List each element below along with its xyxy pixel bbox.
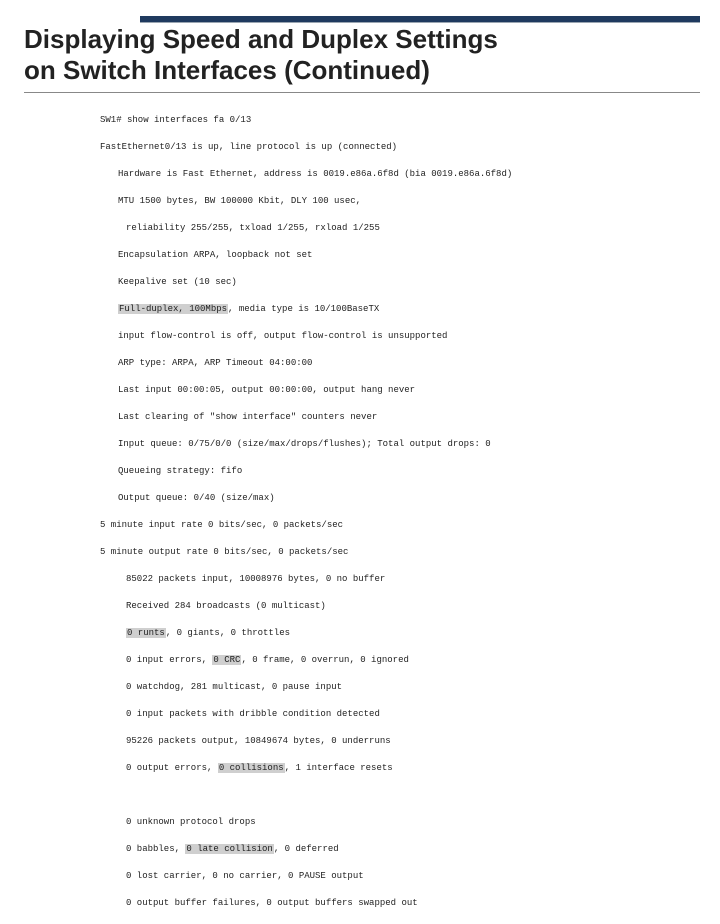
- cli-command: SW1# show interfaces fa 0/13: [100, 114, 512, 128]
- title-line-1: Displaying Speed and Duplex Settings: [24, 24, 498, 54]
- cli-text: 0 output errors,: [126, 763, 218, 773]
- cli-line: input flow-control is off, output flow-c…: [100, 330, 512, 344]
- highlight-collisions: 0 collisions: [218, 763, 285, 773]
- cli-output: SW1# show interfaces fa 0/13 FastEtherne…: [100, 100, 512, 924]
- cli-text: 0 input errors,: [126, 655, 212, 665]
- cli-line: Input queue: 0/75/0/0 (size/max/drops/fl…: [100, 438, 512, 452]
- cli-line: Output queue: 0/40 (size/max): [100, 492, 512, 506]
- cli-line: MTU 1500 bytes, BW 100000 Kbit, DLY 100 …: [100, 195, 512, 209]
- title-underline: [24, 92, 700, 93]
- cli-line: 5 minute input rate 0 bits/sec, 0 packet…: [100, 519, 512, 533]
- highlight-duplex-speed: Full-duplex, 100Mbps: [118, 304, 228, 314]
- header-accent-line: [140, 22, 700, 23]
- highlight-crc: 0 CRC: [212, 655, 241, 665]
- cli-line: Hardware is Fast Ethernet, address is 00…: [100, 168, 512, 182]
- cli-line: 0 input errors, 0 CRC, 0 frame, 0 overru…: [100, 654, 512, 668]
- cli-line: 0 runts, 0 giants, 0 throttles: [100, 627, 512, 641]
- cli-line: 0 babbles, 0 late collision, 0 deferred: [100, 843, 512, 857]
- cli-text: , media type is 10/100BaseTX: [228, 304, 379, 314]
- cli-line: Last clearing of "show interface" counte…: [100, 411, 512, 425]
- slide-title: Displaying Speed and Duplex Settings on …: [24, 24, 498, 86]
- cli-line: 0 output errors, 0 collisions, 1 interfa…: [100, 762, 512, 776]
- cli-line: 5 minute output rate 0 bits/sec, 0 packe…: [100, 546, 512, 560]
- highlight-runts: 0 runts: [126, 628, 166, 638]
- cli-line: [100, 789, 512, 803]
- highlight-late-collision: 0 late collision: [185, 844, 273, 854]
- cli-line: 0 unknown protocol drops: [100, 816, 512, 830]
- cli-text: 0 babbles,: [126, 844, 185, 854]
- cli-line: Queueing strategy: fifo: [100, 465, 512, 479]
- title-line-2: on Switch Interfaces (Continued): [24, 55, 430, 85]
- cli-text: , 0 deferred: [274, 844, 339, 854]
- cli-line: Encapsulation ARPA, loopback not set: [100, 249, 512, 263]
- cli-line: Received 284 broadcasts (0 multicast): [100, 600, 512, 614]
- cli-line: 95226 packets output, 10849674 bytes, 0 …: [100, 735, 512, 749]
- cli-line: Keepalive set (10 sec): [100, 276, 512, 290]
- cli-line: 0 watchdog, 281 multicast, 0 pause input: [100, 681, 512, 695]
- cli-line: Last input 00:00:05, output 00:00:00, ou…: [100, 384, 512, 398]
- cli-line: 0 lost carrier, 0 no carrier, 0 PAUSE ou…: [100, 870, 512, 884]
- cli-line: FastEthernet0/13 is up, line protocol is…: [100, 141, 512, 155]
- cli-text: , 0 frame, 0 overrun, 0 ignored: [241, 655, 408, 665]
- cli-text: , 1 interface resets: [285, 763, 393, 773]
- cli-line: ARP type: ARPA, ARP Timeout 04:00:00: [100, 357, 512, 371]
- cli-line: reliability 255/255, txload 1/255, rxloa…: [100, 222, 512, 236]
- cli-line: Full-duplex, 100Mbps, media type is 10/1…: [100, 303, 512, 317]
- cli-text: , 0 giants, 0 throttles: [166, 628, 290, 638]
- cli-line: 0 output buffer failures, 0 output buffe…: [100, 897, 512, 911]
- cli-line: 85022 packets input, 10008976 bytes, 0 n…: [100, 573, 512, 587]
- cli-line: 0 input packets with dribble condition d…: [100, 708, 512, 722]
